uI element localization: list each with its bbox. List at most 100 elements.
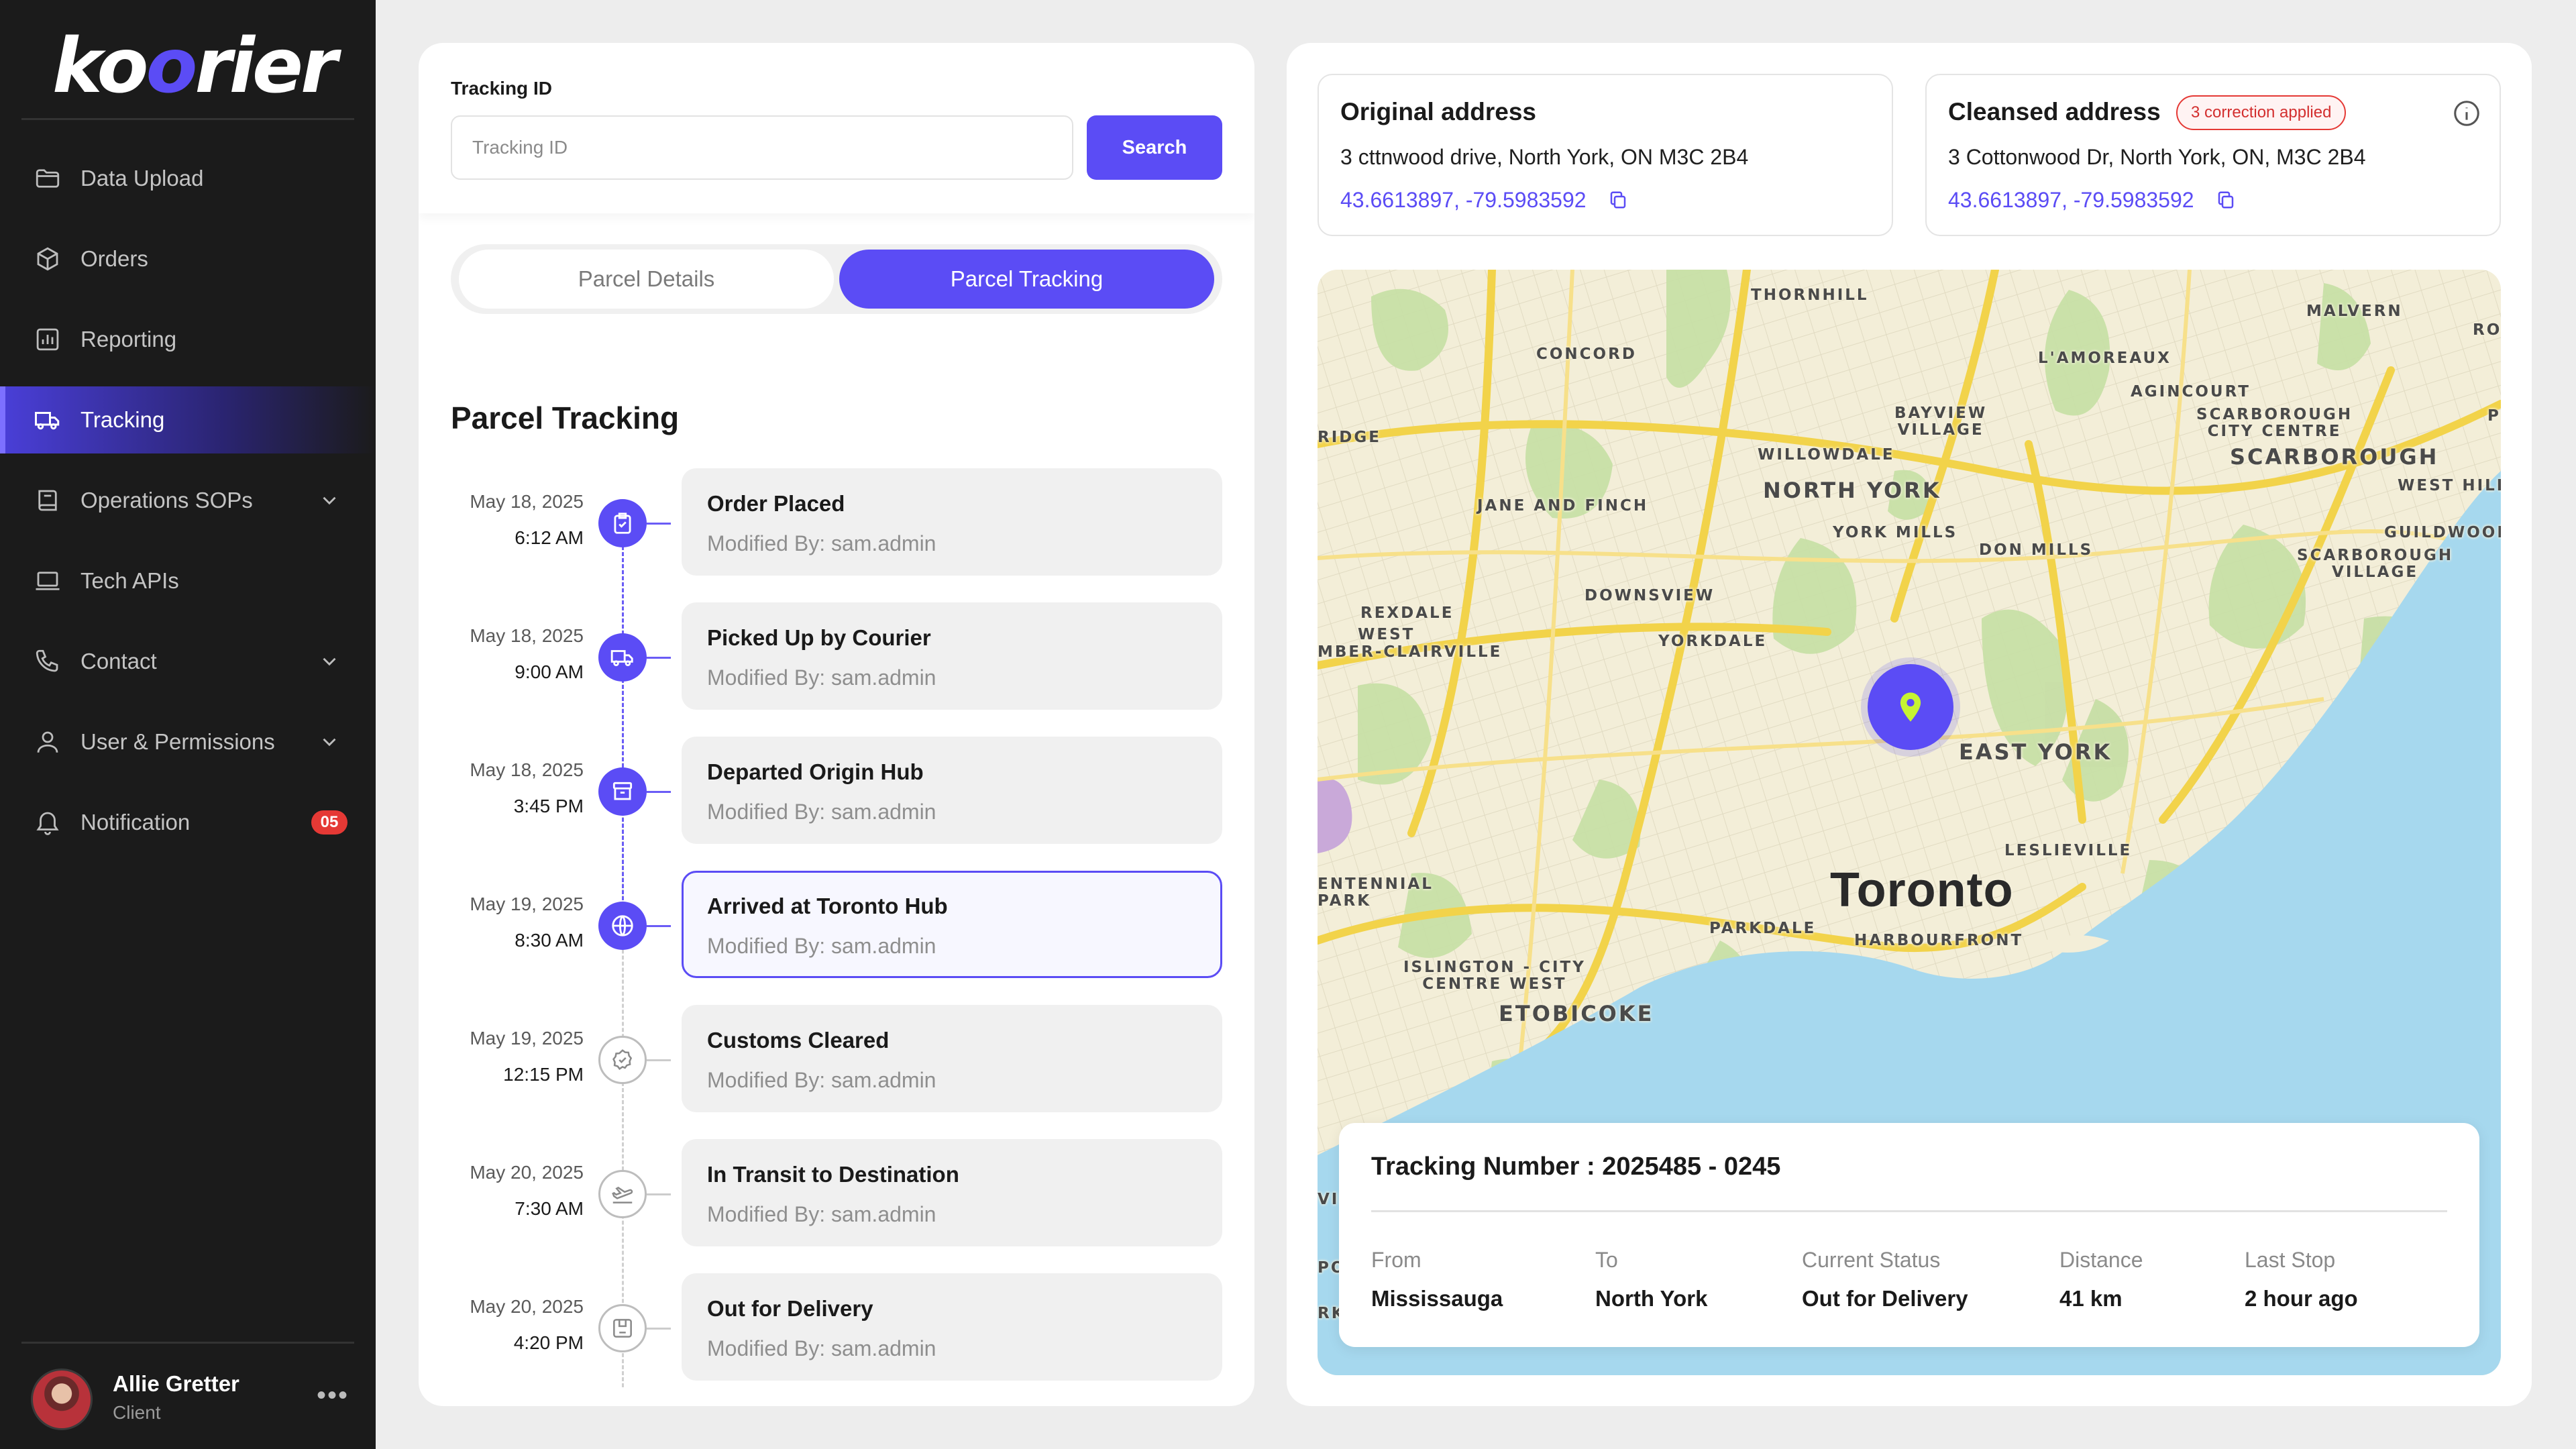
- chevron-down-icon[interactable]: [318, 650, 341, 673]
- event-card[interactable]: Departed Origin Hub Modified By: sam.adm…: [682, 737, 1222, 844]
- timeline-event: May 20, 2025 7:30 AM In Transit to Desti…: [419, 1139, 1254, 1246]
- plane-departure-icon: [598, 1170, 647, 1218]
- map-label: MBER-CLAIRVILLE: [1318, 643, 1503, 661]
- event-title: Picked Up by Courier: [707, 625, 931, 650]
- tab-parcel-details[interactable]: Parcel Details: [459, 250, 834, 309]
- timeline-event: May 18, 2025 6:12 AM Order Placed Modifi…: [419, 468, 1254, 576]
- section-title: Parcel Tracking: [451, 400, 680, 435]
- sidebar-item-reporting[interactable]: Reporting: [0, 306, 376, 373]
- chevron-down-icon[interactable]: [318, 489, 341, 512]
- tab-parcel-tracking[interactable]: Parcel Tracking: [839, 250, 1214, 309]
- search-button[interactable]: Search: [1087, 115, 1222, 180]
- event-date: May 18, 2025: [470, 625, 584, 646]
- event-modified-by: Modified By: sam.admin: [707, 800, 936, 824]
- event-title: Order Placed: [707, 491, 845, 516]
- event-card[interactable]: Order Placed Modified By: sam.admin: [682, 468, 1222, 576]
- card-divider: [1371, 1210, 2447, 1212]
- map-label: RIDGE: [1318, 429, 1381, 446]
- event-time: 12:15 PM: [503, 1064, 584, 1085]
- cleansed-coordinates: 43.6613897, -79.5983592: [1948, 188, 2236, 213]
- timeline-event: May 20, 2025 4:20 PM Out for Delivery Mo…: [419, 1273, 1254, 1381]
- timeline-connector: [647, 523, 671, 525]
- map-label: EAST YORK: [1959, 739, 2112, 765]
- event-card[interactable]: Customs Cleared Modified By: sam.admin: [682, 1005, 1222, 1112]
- copy-icon[interactable]: [2216, 190, 2236, 210]
- cleansed-address-line: 3 Cottonwood Dr, North York, ON, M3C 2B4: [1948, 145, 2366, 169]
- avatar[interactable]: [31, 1368, 93, 1430]
- notification-count-badge: 05: [311, 810, 347, 835]
- copy-icon[interactable]: [1608, 190, 1628, 210]
- book-icon: [34, 486, 62, 515]
- event-date: May 20, 2025: [470, 1296, 584, 1317]
- timeline-event-current: May 19, 2025 8:30 AM Arrived at Toronto …: [419, 871, 1254, 978]
- event-modified-by: Modified By: sam.admin: [707, 1202, 936, 1226]
- sidebar-item-notification[interactable]: Notification 05: [0, 789, 376, 856]
- event-time: 8:30 AM: [515, 930, 584, 951]
- truck-icon: [598, 633, 647, 682]
- event-card[interactable]: Picked Up by Courier Modified By: sam.ad…: [682, 602, 1222, 710]
- tracking-id-input[interactable]: [451, 115, 1073, 180]
- event-modified-by: Modified By: sam.admin: [707, 1336, 936, 1360]
- map-label: ETOBICOKE: [1499, 1001, 1654, 1026]
- sidebar-item-tracking[interactable]: Tracking: [0, 386, 376, 453]
- summary-value: 41 km: [2059, 1286, 2123, 1311]
- timeline-connector: [647, 657, 671, 659]
- location-pin-icon[interactable]: [1868, 664, 1953, 750]
- map-label: ISLINGTON - CITY CENTRE WEST: [1403, 959, 1586, 994]
- map-label: SCARBOROUGH VILLAGE: [2297, 547, 2454, 582]
- sidebar-item-orders[interactable]: Orders: [0, 225, 376, 292]
- event-title: Out for Delivery: [707, 1296, 873, 1321]
- info-icon[interactable]: [2451, 98, 2482, 129]
- timeline-connector: [647, 925, 671, 927]
- map-label: SCARBOROUGH: [2230, 444, 2439, 470]
- map-label: SCARBOROUGH CITY CENTRE: [2196, 406, 2353, 441]
- tracking-number: Tracking Number : 2025485 - 0245: [1371, 1152, 1781, 1181]
- map-label: WEST HILL: [2398, 477, 2501, 494]
- sidebar-item-label: Tracking: [80, 407, 165, 432]
- summary-value: Out for Delivery: [1802, 1286, 1968, 1311]
- event-date: May 20, 2025: [470, 1162, 584, 1183]
- map-label: DON MILLS: [1979, 541, 2094, 559]
- sidebar-item-contact[interactable]: Contact: [0, 628, 376, 695]
- summary-value: 2 hour ago: [2245, 1286, 2358, 1311]
- event-date: May 19, 2025: [470, 1028, 584, 1049]
- archive-icon: [598, 767, 647, 816]
- map-label: YORK MILLS: [1833, 524, 1958, 541]
- more-options-icon[interactable]: •••: [317, 1381, 349, 1411]
- sidebar-item-label: Contact: [80, 649, 157, 674]
- summary-distance: Distance 41 km: [2059, 1248, 2143, 1311]
- summary-label: Distance: [2059, 1248, 2143, 1272]
- map-label: REXDALE: [1360, 604, 1454, 622]
- timeline-connector: [647, 1328, 671, 1330]
- map-label: WEST: [1358, 626, 1415, 643]
- map-label: L'AMOREAUX: [2038, 350, 2171, 367]
- coordinates-text[interactable]: 43.6613897, -79.5983592: [1948, 188, 2194, 212]
- sidebar-item-tech-apis[interactable]: Tech APIs: [0, 547, 376, 614]
- event-card-selected[interactable]: Arrived at Toronto Hub Modified By: sam.…: [682, 871, 1222, 978]
- chart-icon: [34, 325, 62, 354]
- map-label: JANE AND FINCH: [1477, 497, 1649, 515]
- original-address-title: Original address: [1340, 98, 1536, 125]
- koorier-logo[interactable]: koorier: [52, 23, 337, 110]
- event-card[interactable]: In Transit to Destination Modified By: s…: [682, 1139, 1222, 1246]
- user-name: Allie Gretter: [113, 1371, 239, 1396]
- map-label: YORKDALE: [1658, 633, 1768, 650]
- chevron-down-icon[interactable]: [318, 731, 341, 753]
- event-modified-by: Modified By: sam.admin: [707, 1068, 936, 1092]
- event-time: 6:12 AM: [515, 527, 584, 548]
- timeline-connector: [647, 1059, 671, 1061]
- sidebar-nav: Data Upload Orders Reporting Tracking Op…: [0, 145, 376, 869]
- sidebar-item-data-upload[interactable]: Data Upload: [0, 145, 376, 212]
- event-time: 7:30 AM: [515, 1198, 584, 1219]
- map-view[interactable]: THORNHILL MALVERN ROU CONCORD L'AMOREAUX…: [1318, 270, 2501, 1375]
- event-time: 4:20 PM: [513, 1332, 584, 1353]
- user-profile[interactable]: Allie Gretter Client •••: [0, 1368, 376, 1449]
- event-time: 3:45 PM: [513, 796, 584, 816]
- coordinates-text[interactable]: 43.6613897, -79.5983592: [1340, 188, 1587, 212]
- sidebar-item-operations-sops[interactable]: Operations SOPs: [0, 467, 376, 534]
- event-card[interactable]: Out for Delivery Modified By: sam.admin: [682, 1273, 1222, 1381]
- tracking-summary-card: Tracking Number : 2025485 - 0245 From Mi…: [1339, 1123, 2479, 1347]
- map-label: GUILDWOOD: [2384, 524, 2501, 541]
- globe-icon: [598, 902, 647, 950]
- sidebar-item-user-permissions[interactable]: User & Permissions: [0, 708, 376, 775]
